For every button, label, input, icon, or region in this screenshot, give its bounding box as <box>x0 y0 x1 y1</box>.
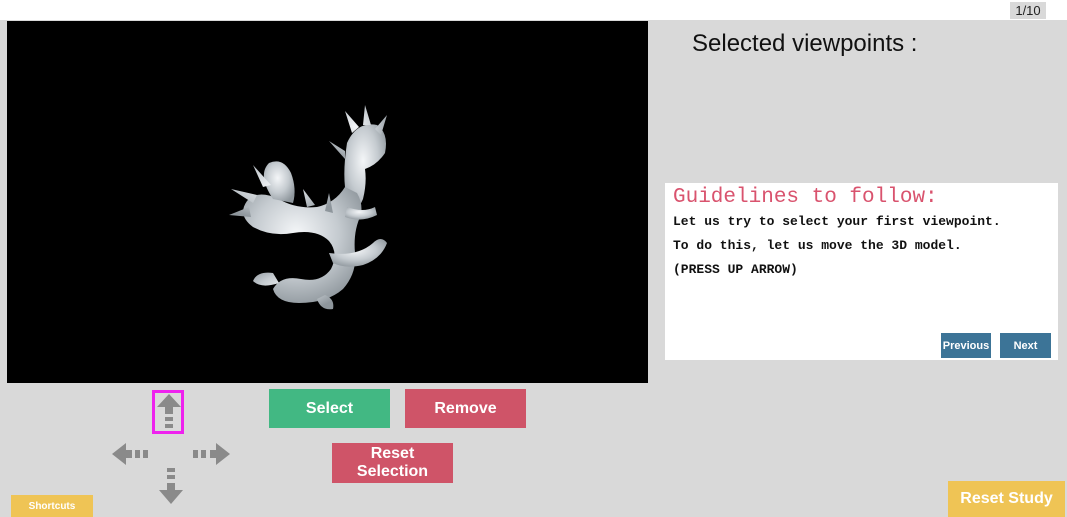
3d-viewer[interactable] <box>7 21 648 383</box>
page-counter: 1/10 <box>1010 2 1046 19</box>
guidelines-panel: Guidelines to follow: Let us try to sele… <box>665 183 1058 360</box>
guideline-text: Let us try to select your first viewpoin… <box>673 214 1001 229</box>
reset-study-button[interactable]: Reset Study <box>948 481 1065 517</box>
remove-button[interactable]: Remove <box>405 389 526 428</box>
selected-arrow-highlight <box>152 390 184 434</box>
reset-selection-label-line2: Selection <box>356 463 429 480</box>
top-strip <box>0 0 1067 20</box>
arrow-right-icon[interactable] <box>190 443 230 465</box>
select-button[interactable]: Select <box>269 389 390 428</box>
selected-viewpoints-title: Selected viewpoints : <box>692 30 918 57</box>
guideline-text: (PRESS UP ARROW) <box>673 262 798 277</box>
arrow-left-icon[interactable] <box>112 443 152 465</box>
shortcuts-button[interactable]: Shortcuts <box>11 495 93 517</box>
next-button[interactable]: Next <box>1000 333 1051 358</box>
reset-selection-label-line1: Reset <box>370 445 415 462</box>
reset-selection-button[interactable]: Reset Selection <box>332 443 453 483</box>
previous-button[interactable]: Previous <box>941 333 991 358</box>
guidelines-title: Guidelines to follow: <box>673 186 938 209</box>
guideline-text: To do this, let us move the 3D model. <box>673 238 962 253</box>
dragon-model-icon <box>229 105 387 310</box>
arrow-down-icon[interactable] <box>159 466 183 506</box>
